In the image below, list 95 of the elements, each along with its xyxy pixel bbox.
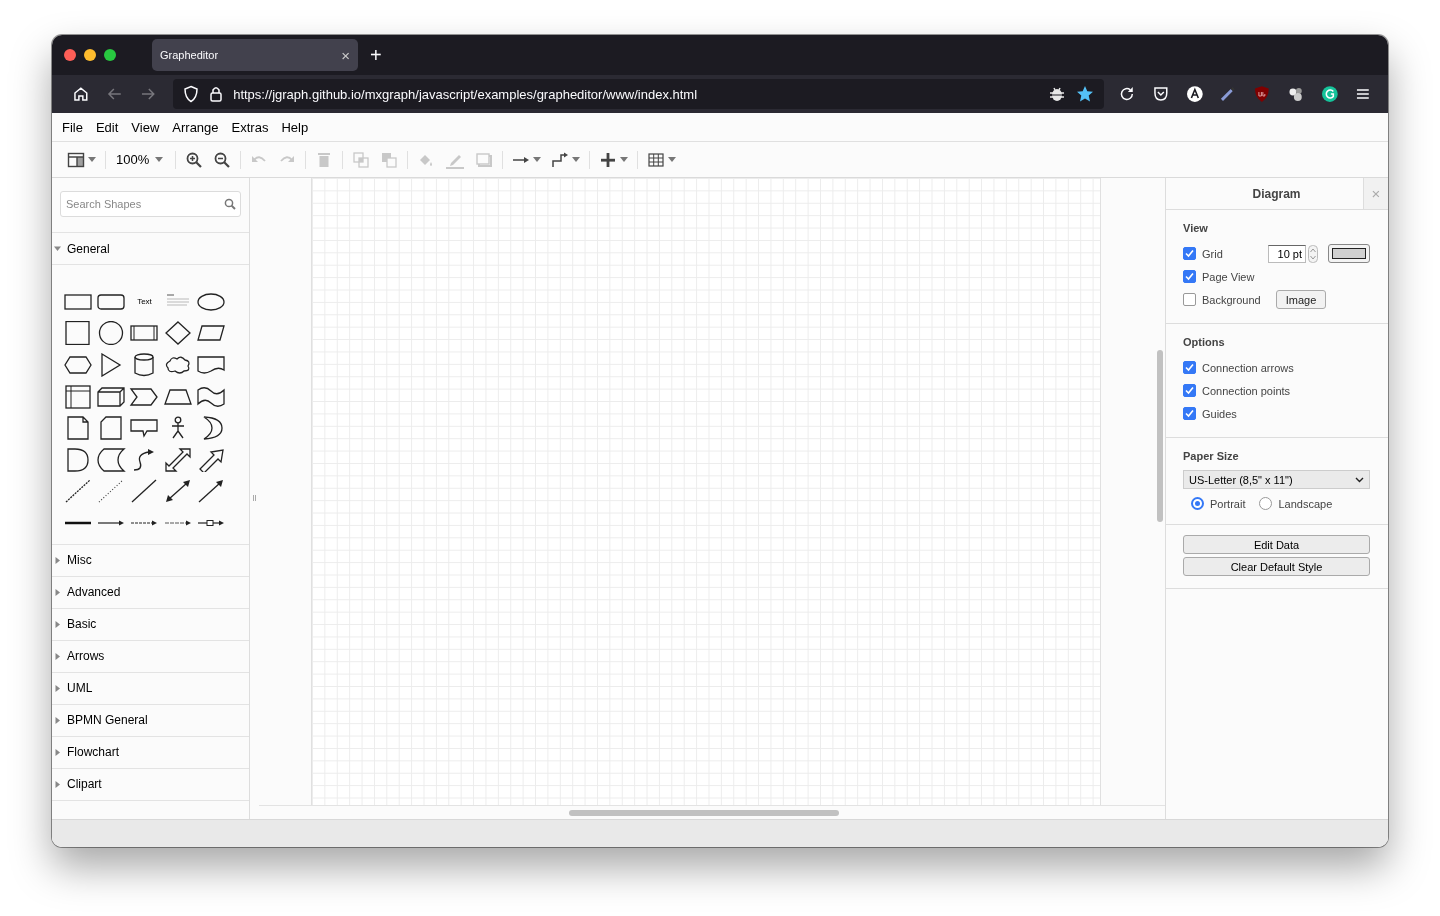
section-header[interactable]: BPMN General — [52, 704, 249, 737]
checkbox[interactable] — [1183, 407, 1196, 420]
caret-icon[interactable] — [54, 556, 61, 564]
section-header[interactable]: Clipart — [52, 768, 249, 801]
chevron-down-icon[interactable] — [1355, 476, 1364, 483]
section-header[interactable]: Basic — [52, 608, 249, 641]
checkbox-label: Grid — [1202, 247, 1223, 260]
vertical-scrollbar[interactable] — [1157, 350, 1163, 522]
section-header[interactable]: Misc — [52, 544, 249, 577]
address-bar[interactable]: https://jgraph.github.io/mxgraph/javascript/examples/grapheditor/www/index.html — [173, 79, 1105, 109]
close-tab-button[interactable]: × — [341, 46, 350, 64]
caret-icon[interactable] — [54, 748, 61, 756]
data-storage-icon[interactable] — [96, 447, 127, 472]
section-header[interactable]: UML — [52, 672, 249, 705]
caret-icon[interactable] — [572, 157, 581, 162]
shield-extension-icon[interactable] — [1253, 85, 1271, 103]
zoom-window-button[interactable] — [104, 49, 116, 61]
caret-icon[interactable] — [533, 157, 542, 162]
caret-icon[interactable] — [54, 652, 61, 660]
bookmark-star-icon[interactable] — [1076, 85, 1095, 103]
pocket-icon[interactable] — [1152, 85, 1170, 103]
menu-item[interactable]: View — [131, 119, 160, 135]
caret-icon[interactable] — [620, 157, 629, 162]
caret-icon[interactable] — [54, 684, 61, 692]
circle-g-extension-icon[interactable] — [1320, 85, 1339, 103]
menu-item[interactable]: File — [62, 119, 83, 135]
lock-icon[interactable] — [209, 85, 224, 103]
panel-button[interactable]: Edit Data — [1183, 535, 1370, 554]
radio-button[interactable] — [1259, 497, 1273, 510]
grid-color-button[interactable] — [1328, 244, 1370, 263]
panel-layout-icon[interactable] — [67, 150, 85, 169]
paper-size-dropdown[interactable]: US-Letter (8,5" x 11") — [1183, 470, 1370, 489]
tape-icon[interactable] — [196, 384, 227, 409]
close-window-button[interactable] — [64, 49, 76, 61]
circle-a-extension-icon[interactable] — [1185, 85, 1204, 103]
menu-item[interactable]: Arrange — [172, 119, 219, 135]
checkbox-label: Connection points — [1202, 384, 1291, 397]
menu-item[interactable]: Extras — [231, 119, 269, 135]
internal-storage-icon[interactable] — [62, 384, 93, 409]
caret-icon[interactable] — [54, 588, 61, 596]
section-heading: View — [1183, 222, 1209, 234]
hexagon-icon[interactable] — [62, 353, 93, 377]
caret-icon[interactable] — [54, 245, 61, 252]
double-arrow-icon[interactable] — [162, 447, 193, 472]
checkbox[interactable] — [1183, 293, 1196, 306]
splitter-handle[interactable] — [253, 495, 256, 501]
checkbox[interactable] — [1183, 247, 1196, 260]
bug-icon[interactable] — [1048, 85, 1067, 103]
plus-icon[interactable] — [599, 150, 618, 169]
caret-icon[interactable] — [54, 716, 61, 724]
section-header[interactable]: Flowchart — [52, 736, 249, 769]
checkbox-label: Page View — [1202, 270, 1255, 283]
section-heading: Paper Size — [1183, 450, 1240, 462]
zoom-out-icon[interactable] — [213, 150, 232, 169]
checkbox[interactable] — [1183, 270, 1196, 283]
search-field[interactable]: Search Shapes — [60, 191, 241, 217]
radio-label: Landscape — [1278, 497, 1333, 510]
checkbox-label: Connection arrows — [1202, 361, 1294, 374]
shield-icon[interactable] — [183, 85, 200, 103]
zoom-in-icon[interactable] — [185, 150, 204, 169]
table-icon[interactable] — [647, 150, 666, 169]
minimize-window-button[interactable] — [84, 49, 96, 61]
search-icon[interactable] — [224, 198, 236, 210]
checkbox[interactable] — [1183, 361, 1196, 374]
elbow-connector-icon[interactable] — [551, 150, 570, 169]
checkbox[interactable] — [1183, 384, 1196, 397]
section-header[interactable]: General — [52, 233, 249, 265]
menu-item[interactable]: Edit — [95, 119, 119, 135]
browser-tab[interactable]: Grapheditor × — [152, 39, 358, 71]
caret-icon[interactable] — [668, 157, 677, 162]
text-shape[interactable]: Text — [137, 297, 152, 307]
menu-item[interactable]: Help — [281, 119, 309, 135]
url-text: https://jgraph.github.io/mxgraph/javascript/examples/grapheditor/www/index.html — [233, 86, 698, 102]
caret-icon[interactable] — [54, 620, 61, 628]
grid-size-field[interactable]: 10 pt — [1268, 244, 1306, 263]
panel-title: Diagram — [1251, 185, 1302, 203]
caret-icon[interactable] — [88, 157, 96, 162]
tab-title: Grapheditor — [160, 49, 220, 61]
document-icon[interactable] — [196, 353, 227, 377]
section-header[interactable]: Arrows — [52, 640, 249, 673]
radio-label: Portrait — [1210, 497, 1246, 510]
zoom-level-dropdown[interactable]: 100% — [110, 152, 172, 167]
cube-icon[interactable] — [96, 384, 127, 409]
checkbox-label: Guides — [1202, 407, 1237, 420]
section-header[interactable]: Advanced — [52, 576, 249, 609]
radio-button[interactable] — [1191, 497, 1204, 510]
home-icon[interactable] — [72, 85, 90, 103]
caret-icon[interactable] — [155, 157, 164, 162]
checkbox-label: Background — [1202, 293, 1261, 306]
new-tab-button[interactable]: + — [370, 43, 382, 67]
horizontal-scrollbar[interactable] — [569, 810, 839, 816]
panel-button[interactable]: Clear Default Style — [1183, 557, 1370, 576]
section-heading: Options — [1183, 336, 1226, 348]
caret-icon[interactable] — [54, 780, 61, 788]
image-button[interactable]: Image — [1275, 290, 1327, 309]
